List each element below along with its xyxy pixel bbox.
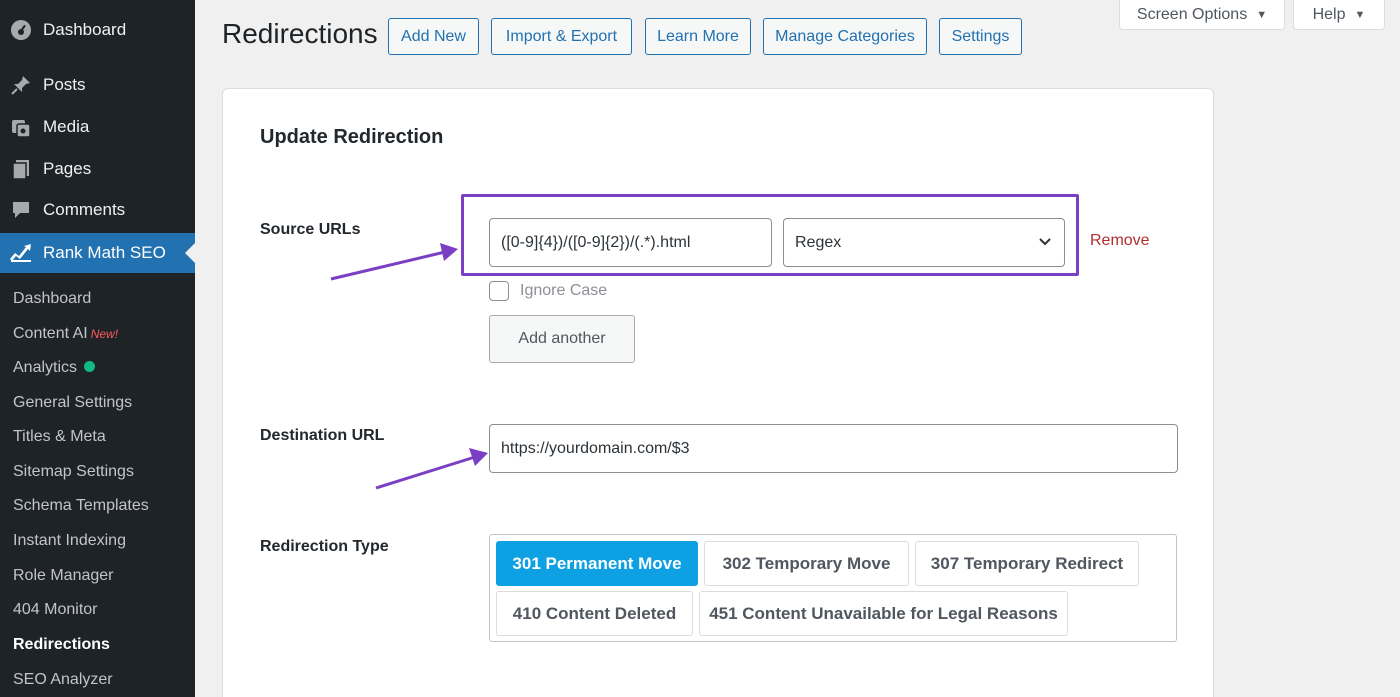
menu-pages[interactable]: Pages [0, 149, 195, 189]
remove-link[interactable]: Remove [1090, 232, 1150, 250]
tab-label: Screen Options [1136, 5, 1248, 23]
add-new-button[interactable]: Add New [388, 18, 479, 55]
submenu-redirections[interactable]: Redirections [13, 634, 110, 656]
type-301-button[interactable]: 301 Permanent Move [496, 541, 698, 586]
submenu-analytics[interactable]: Analytics [13, 357, 96, 379]
new-badge: New! [90, 327, 119, 341]
import-export-button[interactable]: Import & Export [491, 18, 632, 55]
dashboard-icon [9, 18, 33, 42]
caret-down-icon: ▼ [1354, 8, 1366, 21]
help-tab[interactable]: Help ▼ [1293, 0, 1385, 30]
submenu-role-manager[interactable]: Role Manager [13, 565, 114, 587]
submenu-instant-indexing[interactable]: Instant Indexing [13, 530, 126, 552]
destination-url-input[interactable]: https://yourdomain.com/$3 [489, 424, 1178, 473]
type-307-button[interactable]: 307 Temporary Redirect [915, 541, 1139, 586]
menu-media[interactable]: Media [0, 107, 195, 147]
menu-label: Media [43, 117, 90, 136]
ignore-case-label: Ignore Case [520, 282, 608, 299]
submenu-label: Content AI [13, 325, 88, 342]
comments-icon [9, 198, 33, 222]
destination-url-label: Destination URL [260, 427, 385, 444]
submenu-schema-templates[interactable]: Schema Templates [13, 495, 149, 517]
pages-icon [9, 157, 33, 181]
type-410-button[interactable]: 410 Content Deleted [496, 591, 693, 636]
submenu-label: Analytics [13, 359, 78, 376]
menu-label: Pages [43, 159, 92, 178]
pin-icon [9, 73, 33, 97]
page-title: Redirections [222, 18, 378, 49]
rank-math-icon [9, 241, 33, 265]
type-451-button[interactable]: 451 Content Unavailable for Legal Reason… [699, 591, 1068, 636]
match-type-select[interactable]: Regex [783, 218, 1065, 267]
type-302-button[interactable]: 302 Temporary Move [704, 541, 909, 586]
tab-label: Help [1312, 5, 1346, 23]
select-value: Regex [795, 233, 842, 251]
submenu-titles-meta[interactable]: Titles & Meta [13, 426, 106, 448]
redirection-type-label: Redirection Type [260, 538, 389, 555]
menu-label: Comments [43, 200, 126, 219]
media-icon [9, 115, 33, 139]
menu-comments[interactable]: Comments [0, 190, 195, 230]
status-dot-icon [84, 361, 96, 373]
submenu-content-ai[interactable]: Content AI New! [13, 323, 118, 345]
caret-down-icon: ▼ [1256, 8, 1268, 21]
menu-dashboard[interactable]: Dashboard [0, 10, 195, 50]
submenu-dashboard[interactable]: Dashboard [13, 288, 91, 310]
admin-sidebar: Dashboard Posts Media Pages Comments Ran… [0, 0, 195, 697]
manage-categories-button[interactable]: Manage Categories [763, 18, 927, 55]
submenu-general-settings[interactable]: General Settings [13, 392, 132, 414]
submenu-404-monitor[interactable]: 404 Monitor [13, 599, 98, 621]
settings-button[interactable]: Settings [939, 18, 1022, 55]
learn-more-button[interactable]: Learn More [645, 18, 751, 55]
ignore-case-checkbox[interactable] [489, 281, 509, 301]
add-another-button[interactable]: Add another [489, 315, 635, 363]
source-url-input[interactable]: ([0-9]{4})/([0-9]{2})/(.*).html [489, 218, 772, 267]
screen-options-tab[interactable]: Screen Options ▼ [1119, 0, 1285, 30]
source-urls-label: Source URLs [260, 221, 361, 238]
menu-label: Dashboard [43, 20, 127, 39]
chevron-down-icon [1039, 238, 1051, 246]
menu-rank-math-seo[interactable]: Rank Math SEO [0, 233, 195, 273]
submenu-seo-analyzer[interactable]: SEO Analyzer [13, 669, 113, 691]
submenu-sitemap-settings[interactable]: Sitemap Settings [13, 461, 134, 483]
form-title: Update Redirection [260, 126, 444, 148]
menu-label: Posts [43, 75, 86, 94]
menu-posts[interactable]: Posts [0, 65, 195, 105]
menu-label: Rank Math SEO [43, 243, 166, 262]
